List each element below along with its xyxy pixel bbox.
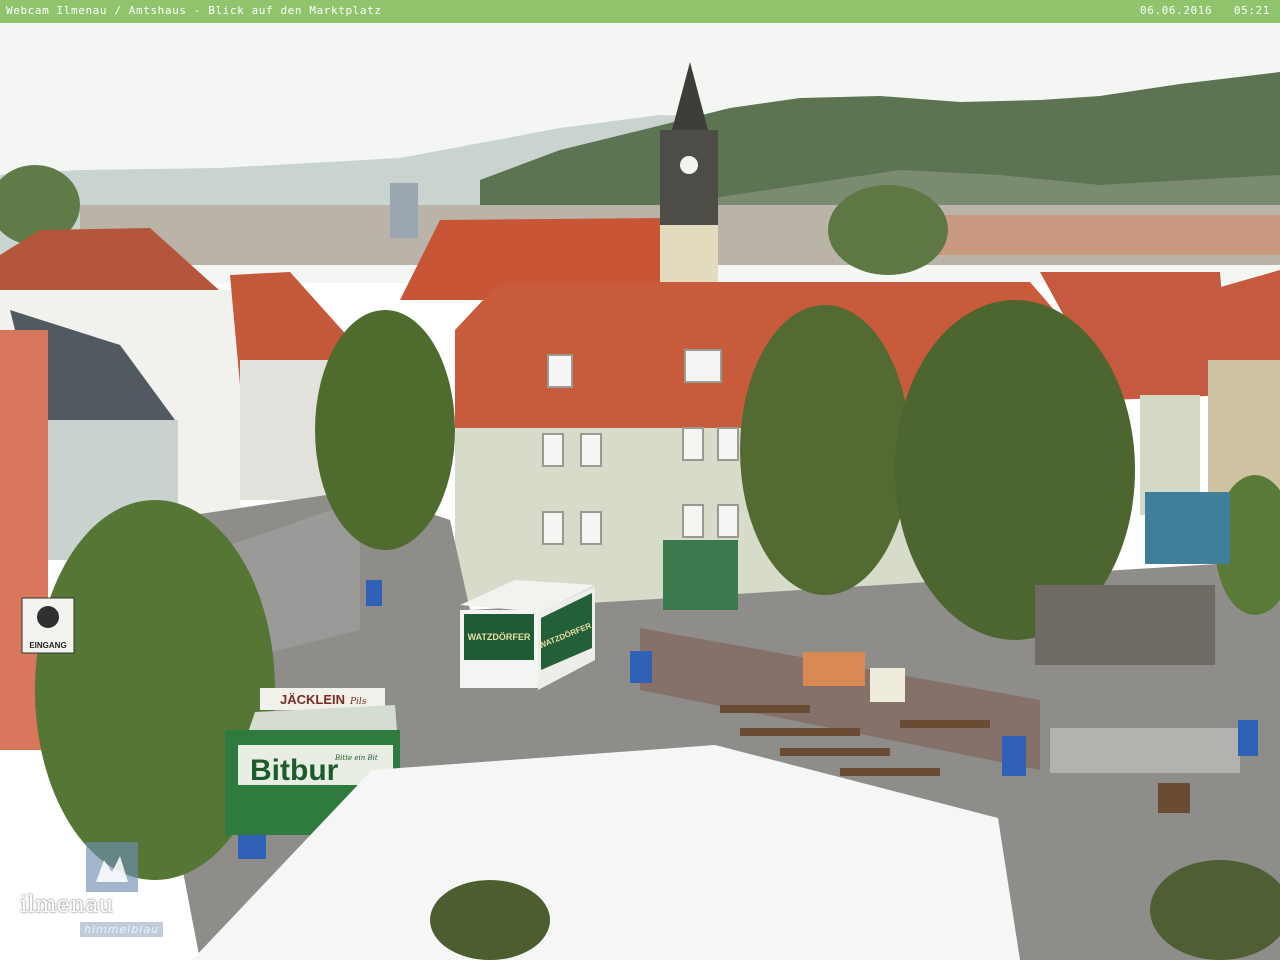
webcam-photo: WATZDÖRFER WATZDÖRFER JÄCKLEIN Pils Bitb… <box>0 23 1280 960</box>
webcam-timestamp: 06.06.2016 05:21 <box>1139 4 1270 17</box>
banner <box>803 652 865 686</box>
ilmenau-watermark: ilmenau himmelblau <box>2 842 202 942</box>
tree <box>740 305 910 595</box>
clock-icon <box>680 156 698 174</box>
green-container <box>663 540 738 610</box>
stone-steps <box>1050 728 1240 773</box>
distant-roofs <box>900 215 1280 255</box>
tower-base <box>660 225 718 283</box>
ilmenau-logo-icon <box>86 842 138 892</box>
blue-trash-bin <box>1002 736 1026 776</box>
webcam-title: Webcam Ilmenau / Amtshaus - Blick auf de… <box>6 4 382 17</box>
trailer-brand-sign: WATZDÖRFER <box>468 632 531 642</box>
foreground-branch <box>430 880 550 960</box>
eingang-label: EINGANG <box>29 641 66 650</box>
watermark-town: ilmenau <box>20 892 114 918</box>
stall-suffix-sign: Pils <box>349 697 367 707</box>
blue-trash-bin <box>630 651 652 683</box>
market-fountain <box>1035 585 1215 665</box>
stall-tagline: Bitte ein Bit <box>334 754 378 762</box>
blue-trash-bin <box>1238 720 1258 756</box>
portable-toilets <box>1145 492 1230 564</box>
tower-block <box>390 183 418 238</box>
watermark-subtitle: himmelblau <box>80 922 164 937</box>
banner <box>870 668 905 702</box>
eingang-sign: EINGANG <box>21 597 75 654</box>
tree <box>828 185 948 275</box>
tree <box>315 310 455 550</box>
stall-name-sign: JÄCKLEIN <box>280 692 345 707</box>
blue-trash-bin <box>366 580 382 606</box>
webcam-header-bar: Webcam Ilmenau / Amtshaus - Blick auf de… <box>0 0 1280 23</box>
stall-beer-sign: Bitbur <box>250 754 339 787</box>
